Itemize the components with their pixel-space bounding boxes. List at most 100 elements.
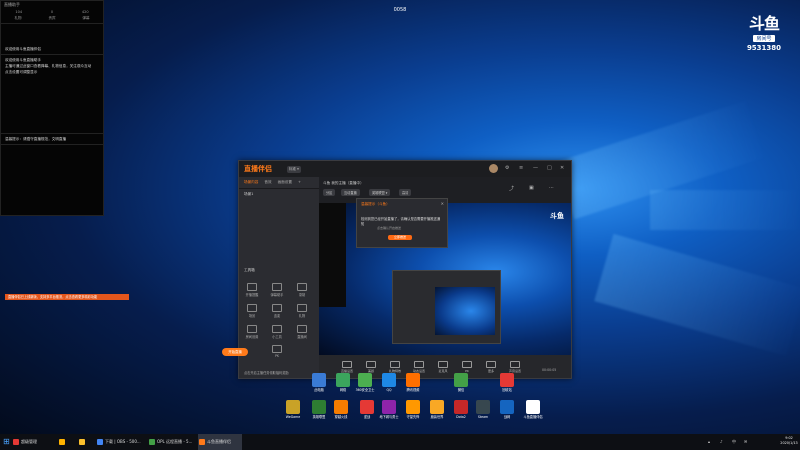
room-icon (247, 325, 257, 333)
btn-sound[interactable]: 声音设置 (505, 361, 525, 373)
desktop-icon-label: WeGame (285, 415, 301, 419)
tab-gifts[interactable]: 礼物 (15, 16, 22, 21)
desktop-icon[interactable]: 360安全卫士 (354, 373, 376, 392)
desktop-icon[interactable]: Steam (472, 400, 494, 419)
taskbar-item[interactable]: 斗鱼直播伴侣 (198, 434, 242, 450)
nested-preview (392, 270, 501, 344)
taskbar-item[interactable] (78, 434, 94, 450)
desktop-icon[interactable]: 英雄联盟 (308, 400, 330, 419)
taskbar-app-icon (79, 439, 85, 445)
tool-mini[interactable]: 小工具 (267, 325, 287, 339)
taskbar-item[interactable]: 下载 | OBS - 500... (96, 434, 146, 450)
desktop-icon[interactable]: 回收站 (496, 373, 518, 392)
tab-scene[interactable]: 场景内容 (244, 180, 258, 185)
desktop-icon[interactable]: 地下城与勇士 (378, 400, 400, 419)
task-notice[interactable]: 点击开启主播任务领取福利奖励 (244, 370, 289, 375)
menu-icon[interactable]: ≡ (519, 165, 523, 171)
add-tab-button[interactable]: + (298, 180, 301, 185)
desktop-icon-label: 网络 (339, 388, 347, 392)
tab-danmu[interactable]: 弹幕 (83, 16, 90, 21)
windows-start-icon[interactable]: ⊞ (3, 437, 10, 446)
desktop-icon-label: 战网 (503, 415, 511, 419)
tab-audio[interactable]: 音效 (264, 180, 271, 185)
input-icon[interactable]: 中 (732, 439, 736, 445)
desktop-icon[interactable]: 网络 (332, 373, 354, 392)
effect-icon (390, 361, 400, 368)
app-icon (312, 400, 326, 414)
btn-pk[interactable]: PK (457, 361, 477, 373)
more-icon[interactable]: ⋯ (549, 185, 554, 191)
close-icon[interactable]: ✕ (441, 201, 444, 206)
settings-icon (342, 361, 352, 368)
system-clock[interactable]: 9:02 2020/1/13 (780, 436, 798, 446)
avatar[interactable] (489, 164, 498, 173)
tool-danmu[interactable]: 弹幕助手 (267, 283, 287, 297)
tool-live-room[interactable]: 直播间 (292, 325, 312, 339)
chat-stats: 104 0 420 (1, 10, 103, 14)
btn-dynamic[interactable]: 动态设置 (409, 361, 429, 373)
pill-quality[interactable]: 高清 (399, 189, 412, 196)
desktop-icon[interactable]: 微信 (450, 373, 472, 392)
pill-game[interactable]: 英雄联盟 ▾ (369, 189, 391, 196)
settings-icon[interactable]: ⚙ (505, 165, 509, 171)
tab-vip[interactable]: 贵宾 (49, 16, 56, 21)
taskbar-item[interactable]: 超级管理 (12, 434, 56, 450)
volume-icon[interactable]: ♪ (720, 439, 723, 444)
desktop-icon[interactable]: WeGame (282, 400, 304, 419)
version-dropdown[interactable]: 标准 ▾ (287, 166, 301, 173)
room-label: 房间号 (753, 35, 775, 42)
desktop-icon[interactable]: 逆战 (356, 400, 378, 419)
promo-banner[interactable]: 直播伴侣已上线新版，支持多平台推流，点击查看更多精彩功能 (5, 294, 129, 300)
desktop-icon-label: Dota2 (456, 415, 466, 419)
desktop-icon[interactable]: QQ (378, 373, 400, 392)
screen-icon[interactable]: ▣ (529, 185, 534, 191)
btn-gift-effects[interactable]: 礼物特效 (385, 361, 405, 373)
taskbar-app-icon (199, 439, 205, 445)
app-title: 直播伴侣 (244, 164, 272, 173)
dialog-subtext: 点击确认开启推送 (377, 226, 402, 230)
taskbar-item-label: OPL 远程直播 - 5... (157, 439, 193, 444)
taskbar-item[interactable] (58, 434, 76, 450)
app-icon (500, 400, 514, 414)
tool-link[interactable]: 连麦 (267, 304, 287, 318)
scene-item[interactable]: 场景1 (239, 189, 319, 200)
tool-gift[interactable]: 礼物 (292, 304, 312, 318)
pill-category[interactable]: 分区 (323, 189, 336, 196)
desktop-icon[interactable]: 此电脑 (308, 373, 330, 392)
nested-desktop (435, 287, 495, 335)
speaker-icon (510, 361, 520, 368)
btn-live-settings[interactable]: 直播设置 (337, 361, 357, 373)
app-icon (406, 400, 420, 414)
tool-scene[interactable]: 场景 (242, 304, 262, 318)
tv-icon (297, 325, 307, 333)
tool-pk[interactable]: PK (267, 345, 287, 358)
desktop-icon[interactable]: 魔兽世界 (426, 400, 448, 419)
tool-record[interactable]: 录制 (292, 283, 312, 297)
btn-microphone[interactable]: 麦克风 (433, 361, 453, 373)
notification-icon[interactable]: ✉ (744, 439, 747, 444)
taskbar-item[interactable]: OPL 远程直播 - 5... (148, 434, 196, 450)
danmu-icon (272, 283, 282, 291)
desktop-icon[interactable]: 守望先锋 (402, 400, 424, 419)
desktop-icon[interactable]: 腾讯视频 (402, 373, 424, 392)
chat-header: 直播助手 (4, 2, 20, 7)
desktop-icon[interactable]: 战网 (496, 400, 518, 419)
desktop-icon[interactable]: 穿越火线 (330, 400, 352, 419)
tool-reminder[interactable]: 开播提醒 (242, 283, 262, 297)
tool-room-settings[interactable]: 房间设置 (242, 325, 262, 339)
share-icon[interactable]: ⤴ (509, 185, 514, 192)
maximize-icon[interactable]: □ (547, 165, 552, 171)
minimize-icon[interactable]: — (533, 165, 538, 171)
desktop-icon[interactable]: 斗鱼直播伴侣 (522, 400, 544, 419)
pill-mode[interactable]: 互动直播 (341, 189, 360, 196)
go-live-button[interactable]: 开始直播 (222, 348, 248, 356)
tab-display[interactable]: 画面设置 (278, 180, 292, 185)
close-icon[interactable]: ✕ (560, 165, 564, 171)
push-button[interactable]: 立即推送 (388, 235, 412, 240)
network-icon[interactable]: ▴ (708, 439, 710, 444)
btn-more[interactable]: 更多 (481, 361, 501, 373)
btn-beauty[interactable]: 美颜 (361, 361, 381, 373)
taskbar-item-label: 下载 | OBS - 500... (105, 439, 141, 444)
beauty-icon (366, 361, 376, 368)
desktop-icon[interactable]: Dota2 (450, 400, 472, 419)
